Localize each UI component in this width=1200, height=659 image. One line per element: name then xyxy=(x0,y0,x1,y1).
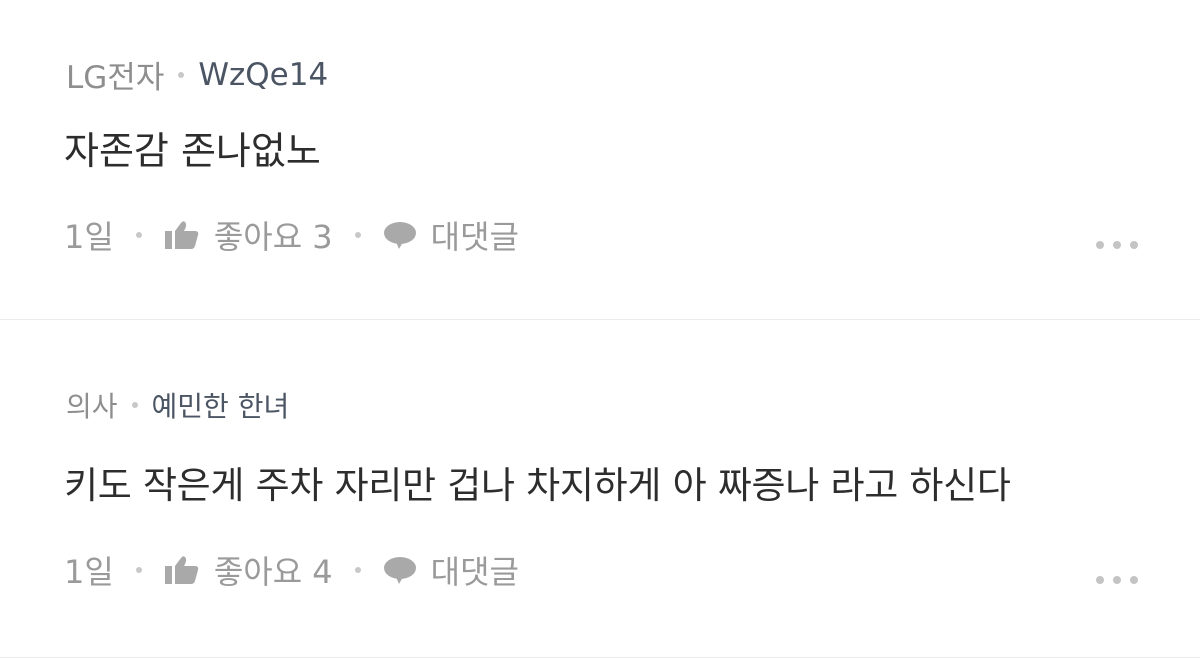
comment-item: 의사 예민한 한녀 키도 작은게 주차 자리만 겁나 차지하게 아 짜증나 라고… xyxy=(0,320,1200,658)
separator-dot xyxy=(135,567,142,573)
company-label: 의사 xyxy=(66,390,118,423)
comment-text: 자존감 존나없노 xyxy=(64,129,321,173)
separator-dot xyxy=(354,232,361,238)
reply-label: 대댓글 xyxy=(430,553,519,591)
speech-bubble-icon xyxy=(383,555,417,585)
separator-dot xyxy=(135,232,142,238)
thumbs-up-icon xyxy=(164,220,200,250)
comment-text: 키도 작은게 주차 자리만 겁나 차지하게 아 짜증나 라고 하신다 xyxy=(64,464,1011,507)
more-dots-icon[interactable] xyxy=(1096,241,1138,249)
comment-item: LG전자 WzQe14 자존감 존나없노 1일 좋아요 3 대댓글 xyxy=(0,0,1200,320)
like-label: 좋아요 4 xyxy=(213,553,333,591)
like-button[interactable]: 좋아요 3 xyxy=(164,212,333,258)
separator-dot xyxy=(354,567,361,573)
like-button[interactable]: 좋아요 4 xyxy=(164,547,333,593)
comment-actions: 1일 좋아요 4 대댓글 xyxy=(64,547,519,593)
company-label: LG전자 xyxy=(66,60,165,96)
comment-meta: 의사 예민한 한녀 xyxy=(66,385,289,425)
timestamp: 1일 xyxy=(64,218,114,256)
reply-button[interactable]: 대댓글 xyxy=(383,547,519,593)
author-name[interactable]: WzQe14 xyxy=(198,57,328,93)
more-dots-icon[interactable] xyxy=(1096,576,1138,584)
timestamp: 1일 xyxy=(64,553,114,591)
like-label: 좋아요 3 xyxy=(213,218,333,256)
author-name[interactable]: 예민한 한녀 xyxy=(152,385,290,425)
separator-dot xyxy=(131,402,138,408)
separator-dot xyxy=(178,71,185,78)
thumbs-up-icon xyxy=(164,555,200,585)
comment-meta: LG전자 WzQe14 xyxy=(66,52,328,97)
reply-button[interactable]: 대댓글 xyxy=(383,212,519,258)
speech-bubble-icon xyxy=(383,220,417,250)
comment-actions: 1일 좋아요 3 대댓글 xyxy=(64,212,519,258)
reply-label: 대댓글 xyxy=(430,218,519,256)
